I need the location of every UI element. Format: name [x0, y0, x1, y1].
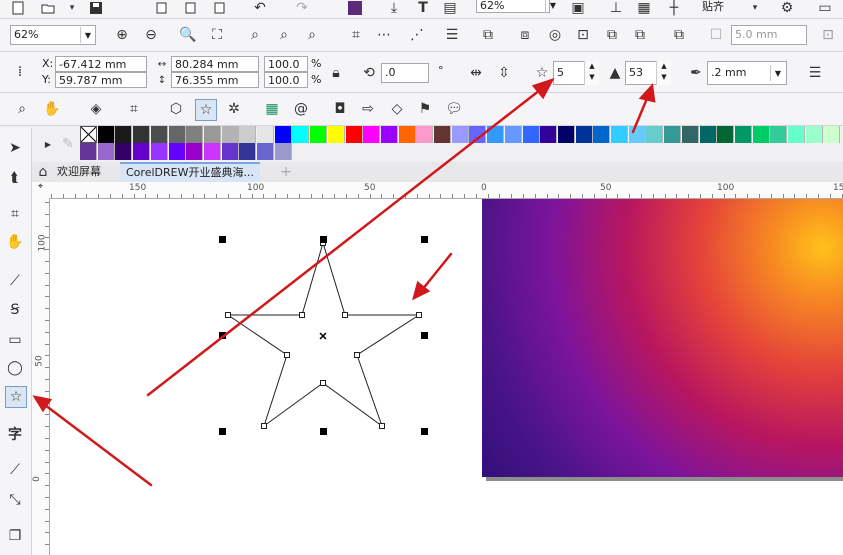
annotation-arrows [32, 77, 656, 487]
center-mark-icon[interactable] [319, 332, 327, 340]
star-shape-layer[interactable] [0, 0, 843, 555]
